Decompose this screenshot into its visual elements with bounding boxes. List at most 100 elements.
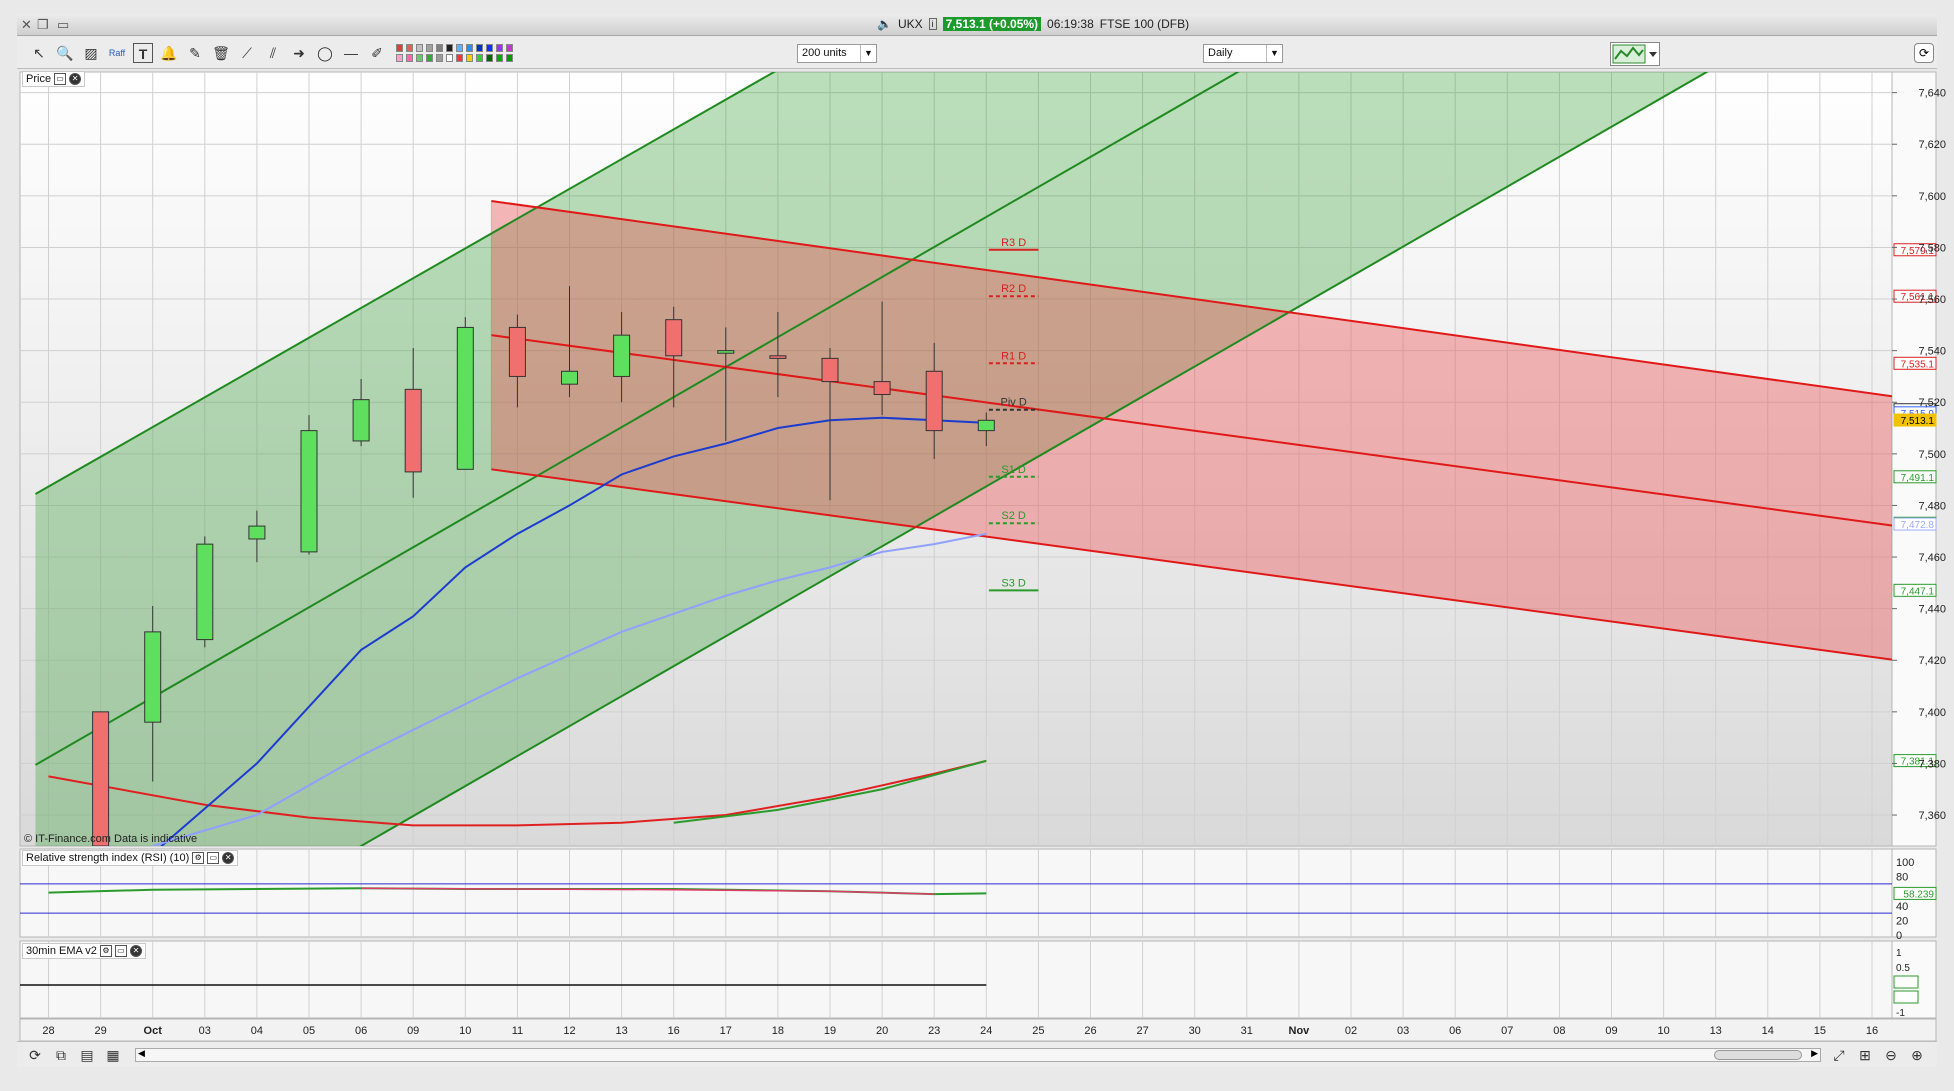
x-tick-label: 17 (720, 1025, 732, 1037)
x-tick-label: 07 (1501, 1025, 1513, 1037)
y-tick-label: 7,420 (1918, 655, 1946, 667)
bullish-candle-body (456, 326, 474, 470)
price-panel-title: Price (26, 73, 52, 85)
scroll-thumb[interactable] (1714, 1050, 1802, 1060)
x-tick-label: 13 (1710, 1025, 1722, 1037)
close-icon[interactable]: ✕ (129, 945, 142, 957)
bearish-candle-body (925, 370, 943, 432)
pivot-label: S3 D (1001, 577, 1026, 589)
settings-icon[interactable]: ⚙ (192, 852, 205, 864)
maximize-icon[interactable]: ▭ (54, 73, 67, 85)
horizontal-scrollbar[interactable]: ◀ ▶ (135, 1048, 1821, 1062)
x-tick-label: 09 (1605, 1025, 1617, 1037)
refresh-icon[interactable]: ⟳ (25, 1045, 45, 1065)
x-tick-label: 27 (1136, 1025, 1148, 1037)
maximize-icon[interactable]: ▭ (207, 852, 220, 864)
zoom-in-icon[interactable]: ⊕ (1907, 1045, 1927, 1065)
fit-icon[interactable]: ⤢ (1829, 1045, 1849, 1065)
x-tick-label: 13 (615, 1025, 627, 1037)
x-tick-label: 10 (459, 1025, 471, 1037)
bearish-candle-body (821, 357, 839, 383)
x-tick-label: 16 (668, 1025, 680, 1037)
rsi-tick-label: 20 (1896, 915, 1908, 927)
x-tick-label: 25 (1032, 1025, 1044, 1037)
bullish-candle-body (561, 370, 578, 385)
y-tick-label: 7,500 (1918, 449, 1946, 461)
indicator-icon[interactable]: ▦ (103, 1045, 123, 1065)
y-tick-label: 7,580 (1918, 242, 1946, 254)
bullish-candle-body (352, 399, 370, 442)
x-tick-label: 09 (407, 1025, 419, 1037)
x-tick-label: 10 (1657, 1025, 1669, 1037)
candle[interactable] (300, 415, 318, 555)
rsi-tick-label: 80 (1896, 872, 1908, 884)
ema-value-badge (1893, 990, 1919, 1004)
price-badge-text: 7,513.1 (1901, 416, 1935, 427)
candle[interactable] (456, 317, 474, 470)
y-tick-label: 7,440 (1918, 604, 1946, 616)
x-tick-label: 31 (1241, 1025, 1253, 1037)
x-tick-label: Nov (1289, 1025, 1311, 1037)
x-tick-label: 04 (251, 1025, 263, 1037)
pivot-label: Piv D (1001, 397, 1027, 409)
print-icon[interactable]: ▤ (77, 1045, 97, 1065)
close-icon[interactable]: ✕ (69, 73, 82, 85)
settings-icon[interactable]: ⚙ (99, 945, 112, 957)
y-tick-label: 7,620 (1918, 139, 1946, 151)
x-tick-label: 06 (355, 1025, 367, 1037)
x-tick-label: Oct (144, 1025, 163, 1037)
bearish-candle-body (665, 319, 683, 357)
y-tick-label: 7,360 (1918, 810, 1946, 822)
bullish-candle-body (613, 334, 631, 377)
pivot-label: R2 D (1001, 283, 1026, 295)
rsi-panel-header: Relative strength index (RSI) (10) ⚙ ▭ ✕ (22, 850, 239, 866)
candle[interactable] (92, 711, 110, 846)
bullish-candle-body (717, 350, 735, 354)
chart-area: R3 DR2 DR1 DPiv DS1 DS2 DS3 D7,579.17,56… (19, 71, 1946, 1042)
bearish-candle-body (92, 711, 110, 846)
bullish-candle-body (977, 419, 995, 432)
x-tick-label: 03 (199, 1025, 211, 1037)
scroll-left-icon[interactable]: ◀ (138, 1048, 145, 1059)
zoom-out-icon[interactable]: ⊖ (1881, 1045, 1901, 1065)
bullish-candle-body (144, 631, 162, 723)
maximize-icon[interactable]: ▭ (114, 945, 127, 957)
x-tick-label: 02 (1345, 1025, 1357, 1037)
y-tick-label: 7,540 (1918, 346, 1946, 358)
price-badge-text: 7,472.8 (1901, 520, 1935, 531)
x-tick-label: 14 (1762, 1025, 1774, 1037)
x-tick-label: 12 (563, 1025, 575, 1037)
pivot-badge-text: 7,491.1 (1901, 473, 1935, 484)
x-tick-label: 30 (1189, 1025, 1201, 1037)
status-bar: ⟳ ⧉ ▤ ▦ ◀ ▶ ⤢ ⊞ ⊖ ⊕ (17, 1041, 1937, 1067)
pivot-label: R3 D (1001, 237, 1026, 249)
x-tick-label: 24 (980, 1025, 992, 1037)
y-tick-label: 7,600 (1918, 191, 1946, 203)
layout-icon[interactable]: ⧉ (51, 1045, 71, 1065)
ema-tick-label: 1 (1896, 948, 1902, 959)
candle[interactable] (196, 536, 214, 648)
y-tick-label: 7,560 (1918, 294, 1946, 306)
zoom-area-icon[interactable]: ⊞ (1855, 1045, 1875, 1065)
bullish-candle-body (300, 430, 318, 553)
y-tick-label: 7,480 (1918, 500, 1946, 512)
pivot-label: S1 D (1001, 464, 1026, 476)
x-tick-label: 08 (1553, 1025, 1565, 1037)
scroll-right-icon[interactable]: ▶ (1811, 1048, 1818, 1059)
y-tick-label: 7,400 (1918, 707, 1946, 719)
bearish-candle-body (404, 388, 422, 473)
close-icon[interactable]: ✕ (222, 852, 235, 864)
bullish-candle-body (196, 543, 214, 641)
rsi-tick-label: 100 (1896, 857, 1914, 869)
ema-tick-label: 0.5 (1896, 963, 1910, 974)
x-tick-label: 16 (1866, 1025, 1878, 1037)
ema-tick-label: -1 (1896, 1008, 1905, 1019)
x-tick-label: 20 (876, 1025, 888, 1037)
pivot-label: R1 D (1001, 350, 1026, 362)
x-tick-label: 18 (772, 1025, 784, 1037)
y-tick-label: 7,380 (1918, 758, 1946, 770)
pivot-label: S2 D (1001, 510, 1026, 522)
y-tick-label: 7,640 (1918, 88, 1946, 100)
bullish-candle-body (248, 525, 266, 540)
bearish-candle-body (769, 355, 787, 359)
